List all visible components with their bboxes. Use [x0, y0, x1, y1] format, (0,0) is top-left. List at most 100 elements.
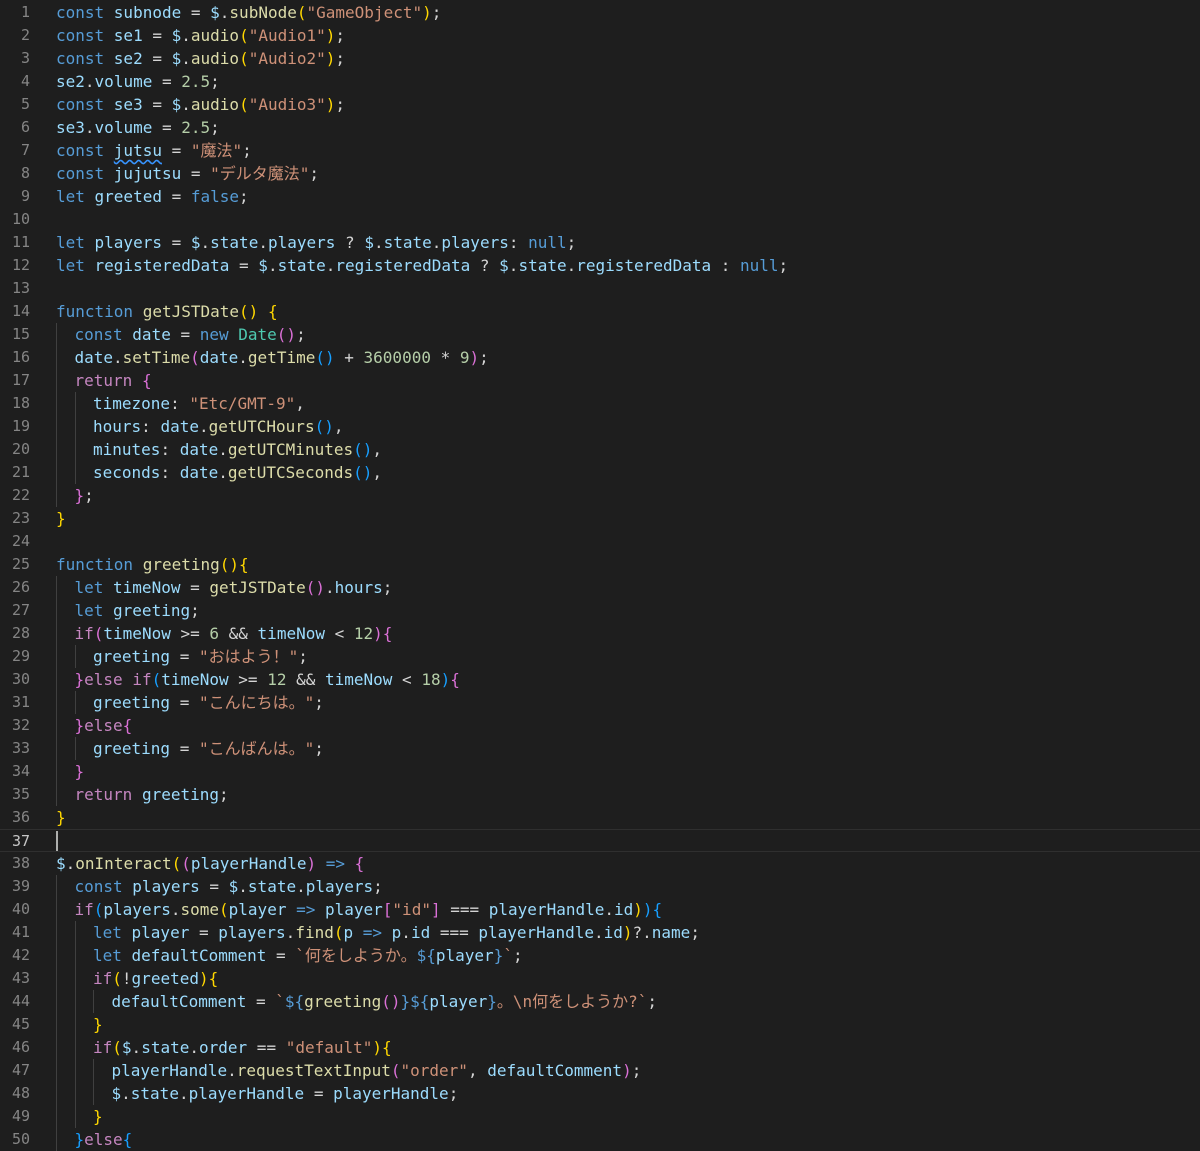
code-text: date.setTime(date.getTime() + 3600000 * … — [75, 346, 489, 369]
code-line[interactable]: 42 let defaultComment = `何をしようか。${player}… — [0, 944, 1200, 967]
code-line[interactable]: 40 if(players.some(player => player["id"]… — [0, 898, 1200, 921]
indent-guide — [74, 990, 76, 1013]
code-line[interactable]: 14 function getJSTDate() { — [0, 300, 1200, 323]
code-line[interactable]: 24 — [0, 530, 1200, 553]
code-line[interactable]: 20 minutes: date.getUTCMinutes(), — [0, 438, 1200, 461]
code-line[interactable]: 37 — [0, 829, 1200, 852]
code-line[interactable]: 6 se3.volume = 2.5; — [0, 116, 1200, 139]
line-number: 32 — [11, 716, 30, 734]
line-number: 13 — [11, 279, 30, 297]
code-line[interactable]: 39 const players = $.state.players; — [0, 875, 1200, 898]
code-token: >= — [170, 624, 210, 643]
code-line[interactable]: 43 if(!greeted){ — [0, 967, 1200, 990]
line-number: 27 — [11, 601, 30, 619]
code-token: ( — [239, 26, 249, 45]
code-token: = — [161, 187, 191, 206]
code-line[interactable]: 50}else{ — [0, 1128, 1200, 1151]
code-token: >= — [228, 670, 268, 689]
code-token: 6 — [209, 624, 220, 643]
code-token: ; — [431, 3, 442, 22]
code-line[interactable]: 17 return { — [0, 369, 1200, 392]
code-line[interactable]: 22}; — [0, 484, 1200, 507]
code-line[interactable]: 30}else if(timeNow >= 12 && timeNow < 18… — [0, 668, 1200, 691]
code-line[interactable]: 49} — [0, 1105, 1200, 1128]
code-line[interactable]: 31 greeting = "こんにちは。"; — [0, 691, 1200, 714]
code-token: date — [179, 463, 219, 482]
code-token: } — [74, 716, 85, 735]
code-token: null — [740, 256, 779, 275]
code-token: else — [84, 1130, 123, 1149]
code-token: ; — [778, 256, 789, 275]
code-line[interactable]: 26 let timeNow = getJSTDate().hours; — [0, 576, 1200, 599]
indent-guide — [74, 1082, 76, 1105]
code-token: 12 — [353, 624, 374, 643]
code-token: () — [353, 463, 373, 482]
code-line[interactable]: 10 — [0, 208, 1200, 231]
code-line[interactable]: 12 let registeredData = $.state.registere… — [0, 254, 1200, 277]
code-text: const players = $.state.players; — [75, 875, 383, 898]
code-line[interactable]: 32}else{ — [0, 714, 1200, 737]
code-token: audio — [190, 49, 240, 68]
code-token: timeNow — [113, 578, 181, 597]
code-line[interactable]: 29 greeting = "おはよう！"; — [0, 645, 1200, 668]
code-line[interactable]: 4 se2.volume = 2.5; — [0, 70, 1200, 93]
code-line[interactable]: 44 defaultComment = `${greeting()}${playe… — [0, 990, 1200, 1013]
code-token: $ — [111, 1084, 122, 1103]
code-line[interactable]: 8 const jujutsu = "デルタ魔法"; — [0, 162, 1200, 185]
line-number: 47 — [11, 1061, 30, 1079]
code-token: ; — [84, 486, 94, 505]
code-editor[interactable]: 1 const subnode = $.subNode("GameObject")… — [0, 0, 1200, 1151]
code-token: $ — [171, 26, 182, 45]
code-line[interactable]: 41 let player = players.find(p => p.id ==… — [0, 921, 1200, 944]
code-token: ; — [296, 325, 306, 344]
code-text: minutes: date.getUTCMinutes(), — [93, 438, 382, 461]
code-line[interactable]: 11 let players = $.state.players ? $.stat… — [0, 231, 1200, 254]
code-line[interactable]: 9 let greeted = false; — [0, 185, 1200, 208]
code-line[interactable]: 15 const date = new Date(); — [0, 323, 1200, 346]
line-number: 33 — [11, 739, 30, 757]
code-token: => — [353, 923, 392, 942]
line-number: 45 — [11, 1015, 30, 1033]
line-number: 40 — [11, 900, 30, 918]
code-token: 18 — [421, 670, 441, 689]
code-text: return { — [75, 369, 152, 392]
code-line[interactable]: 18 timezone: "Etc/GMT-9", — [0, 392, 1200, 415]
code-line[interactable]: 5 const se3 = $.audio("Audio3"); — [0, 93, 1200, 116]
code-line[interactable]: 1 const subnode = $.subNode("GameObject")… — [0, 1, 1200, 24]
code-line[interactable]: 38 $.onInteract((playerHandle) => { — [0, 852, 1200, 875]
code-line[interactable]: 36} — [0, 806, 1200, 829]
code-line[interactable]: 46 if($.state.order == "default"){ — [0, 1036, 1200, 1059]
code-token: se3 — [56, 118, 85, 137]
code-token: ( — [239, 95, 249, 114]
code-line[interactable]: 48 $.state.playerHandle = playerHandle; — [0, 1082, 1200, 1105]
code-text: if(!greeted){ — [93, 967, 218, 990]
code-text: const se2 = $.audio("Audio2"); — [56, 47, 345, 70]
code-text: timezone: "Etc/GMT-9", — [93, 392, 305, 415]
code-line[interactable]: 16 date.setTime(date.getTime() + 3600000 … — [0, 346, 1200, 369]
code-token: ] — [430, 900, 441, 919]
code-token: players — [267, 233, 336, 252]
code-line[interactable]: 27 let greeting; — [0, 599, 1200, 622]
code-line[interactable]: 45} — [0, 1013, 1200, 1036]
line-number: 14 — [11, 302, 30, 320]
code-line[interactable]: 28 if(timeNow >= 6 && timeNow < 12){ — [0, 622, 1200, 645]
code-line[interactable]: 25 function greeting(){ — [0, 553, 1200, 576]
code-line[interactable]: 33 greeting = "こんばんは。"; — [0, 737, 1200, 760]
code-line[interactable]: 19 hours: date.getUTCHours(), — [0, 415, 1200, 438]
code-token: greeting — [93, 739, 171, 758]
code-line[interactable]: 13 — [0, 277, 1200, 300]
code-token: () — [219, 555, 240, 574]
code-line[interactable]: 23} — [0, 507, 1200, 530]
code-token: greeting — [142, 555, 220, 574]
code-line[interactable]: 47 playerHandle.requestTextInput("order",… — [0, 1059, 1200, 1082]
code-line[interactable]: 21 seconds: date.getUTCSeconds(), — [0, 461, 1200, 484]
code-token: seconds — [93, 463, 161, 482]
code-line[interactable]: 7 const jutsu = "魔法"; — [0, 139, 1200, 162]
code-token: = — [170, 739, 199, 758]
code-line[interactable]: 2 const se1 = $.audio("Audio1"); — [0, 24, 1200, 47]
code-token: $ — [258, 256, 268, 275]
code-line[interactable]: 3 const se2 = $.audio("Audio2"); — [0, 47, 1200, 70]
code-line[interactable]: 34} — [0, 760, 1200, 783]
code-line[interactable]: 35 return greeting; — [0, 783, 1200, 806]
code-token: ; — [210, 72, 220, 91]
